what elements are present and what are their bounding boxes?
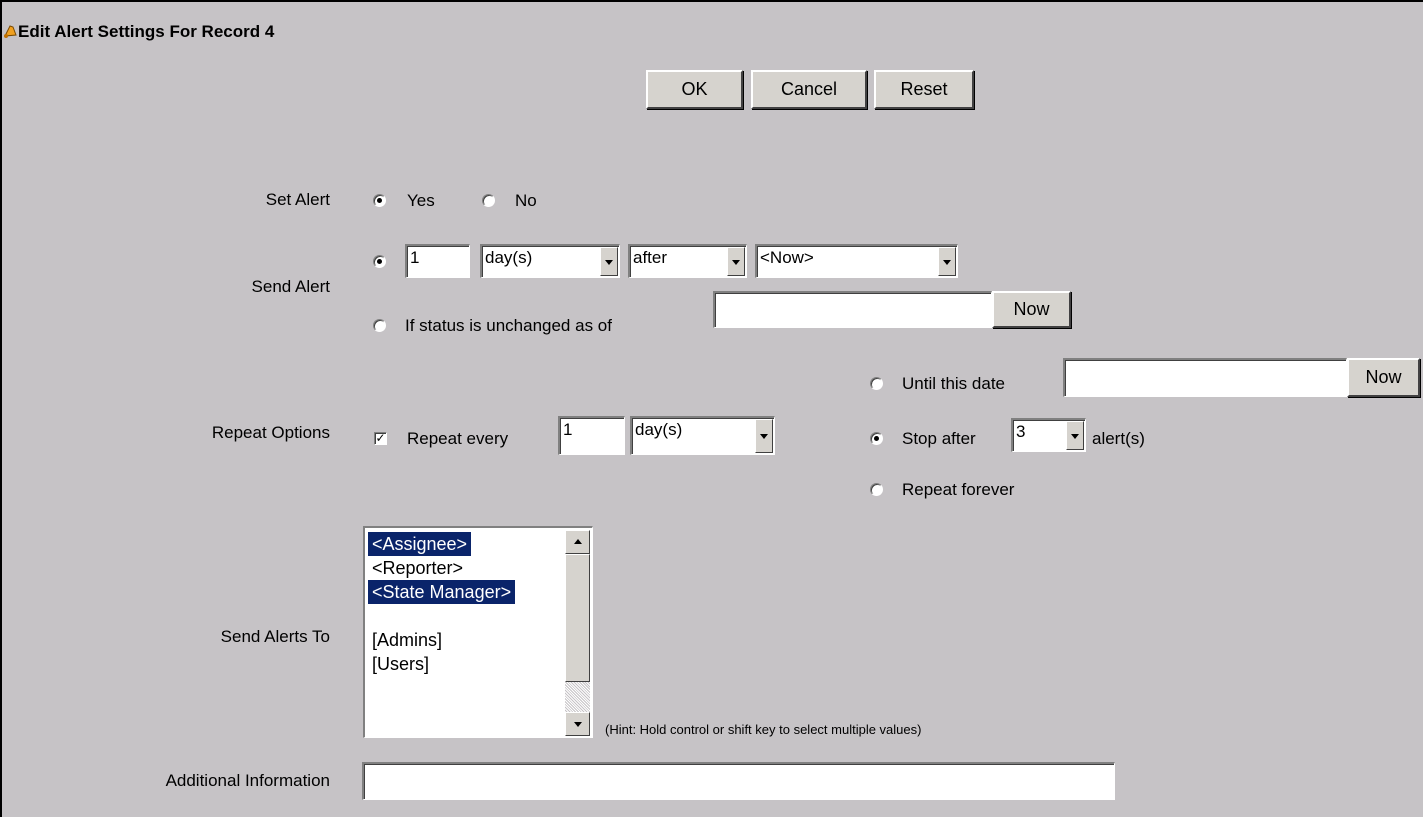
- repeat-forever-radio[interactable]: [870, 483, 883, 496]
- recipient-option-reporter[interactable]: <Reporter>: [368, 556, 467, 580]
- repeat-stop-count-value: 3: [1016, 422, 1026, 441]
- set-alert-yes-radio[interactable]: [373, 194, 386, 207]
- send-alert-now-button[interactable]: Now: [992, 291, 1071, 328]
- send-alert-label: Send Alert: [251, 277, 330, 296]
- repeat-unit-value: day(s): [635, 420, 683, 439]
- send-alerts-to-label: Send Alerts To: [220, 627, 330, 646]
- chevron-down-icon[interactable]: [755, 419, 773, 453]
- repeat-until-date-input[interactable]: [1063, 358, 1347, 397]
- repeat-stop-count-select[interactable]: 3: [1011, 418, 1086, 452]
- cancel-button[interactable]: Cancel: [751, 70, 867, 109]
- set-alert-yes-label: Yes: [407, 191, 435, 210]
- chevron-down-icon[interactable]: [727, 247, 745, 276]
- scrollbar-track[interactable]: [565, 682, 590, 712]
- recipients-listbox[interactable]: <Assignee> <Reporter> <State Manager> [A…: [363, 526, 593, 738]
- reset-button[interactable]: Reset: [874, 70, 974, 109]
- repeat-alerts-label: alert(s): [1092, 429, 1145, 448]
- set-alert-no-radio[interactable]: [482, 194, 495, 207]
- send-alert-relative-radio[interactable]: [373, 255, 386, 268]
- chevron-down-icon[interactable]: [600, 247, 618, 276]
- repeat-stop-after-radio[interactable]: [870, 432, 883, 445]
- set-alert-label: Set Alert: [265, 190, 330, 209]
- recipient-option-blank[interactable]: [368, 604, 376, 628]
- bell-icon: [4, 25, 17, 38]
- scrollbar-thumb[interactable]: [565, 554, 590, 682]
- send-alert-relation-select[interactable]: after: [628, 244, 747, 278]
- repeat-unit-select[interactable]: day(s): [630, 416, 775, 455]
- page-title-text: Edit Alert Settings For Record 4: [18, 22, 275, 41]
- repeat-until-radio[interactable]: [870, 377, 883, 390]
- repeat-interval-input[interactable]: 1: [558, 416, 625, 455]
- repeat-every-label: Repeat every: [407, 429, 509, 448]
- additional-info-input[interactable]: [362, 762, 1115, 800]
- send-alert-unit-select[interactable]: day(s): [480, 244, 620, 278]
- recipient-option-admins[interactable]: [Admins]: [368, 628, 446, 652]
- set-alert-no-label: No: [515, 191, 537, 210]
- page-title: Edit Alert Settings For Record 4: [4, 22, 275, 42]
- recipient-option-assignee[interactable]: <Assignee>: [368, 532, 472, 556]
- send-alert-amount-input[interactable]: 1: [405, 244, 470, 278]
- chevron-down-icon[interactable]: [938, 247, 956, 276]
- repeat-options-label: Repeat Options: [211, 423, 330, 442]
- additional-info-label: Additional Information: [165, 771, 330, 790]
- repeat-forever-label: Repeat forever: [902, 480, 1015, 499]
- ok-button[interactable]: OK: [646, 70, 743, 109]
- multi-select-hint: (Hint: Hold control or shift key to sele…: [605, 722, 922, 737]
- recipient-option-state-manager[interactable]: <State Manager>: [368, 580, 516, 604]
- send-alert-reference-value: <Now>: [760, 248, 814, 267]
- chevron-down-icon[interactable]: [1066, 421, 1084, 450]
- send-alert-relation-value: after: [633, 248, 668, 267]
- send-alert-unit-value: day(s): [485, 248, 533, 267]
- send-alert-status-label: If status is unchanged as of: [405, 316, 612, 335]
- repeat-stop-after-label: Stop after: [902, 429, 976, 448]
- send-alert-reference-select[interactable]: <Now>: [755, 244, 958, 278]
- repeat-checkbox[interactable]: ✓: [374, 432, 387, 445]
- repeat-until-label: Until this date: [902, 374, 1005, 393]
- send-alert-status-radio[interactable]: [373, 319, 386, 332]
- scroll-up-icon[interactable]: [565, 530, 590, 554]
- repeat-now-button[interactable]: Now: [1347, 358, 1420, 397]
- dialog-frame: [0, 0, 1423, 817]
- send-alert-status-date-input[interactable]: [713, 291, 992, 328]
- recipients-scrollbar[interactable]: [565, 530, 590, 736]
- recipient-option-users[interactable]: [Users]: [368, 652, 433, 676]
- scroll-down-icon[interactable]: [565, 712, 590, 736]
